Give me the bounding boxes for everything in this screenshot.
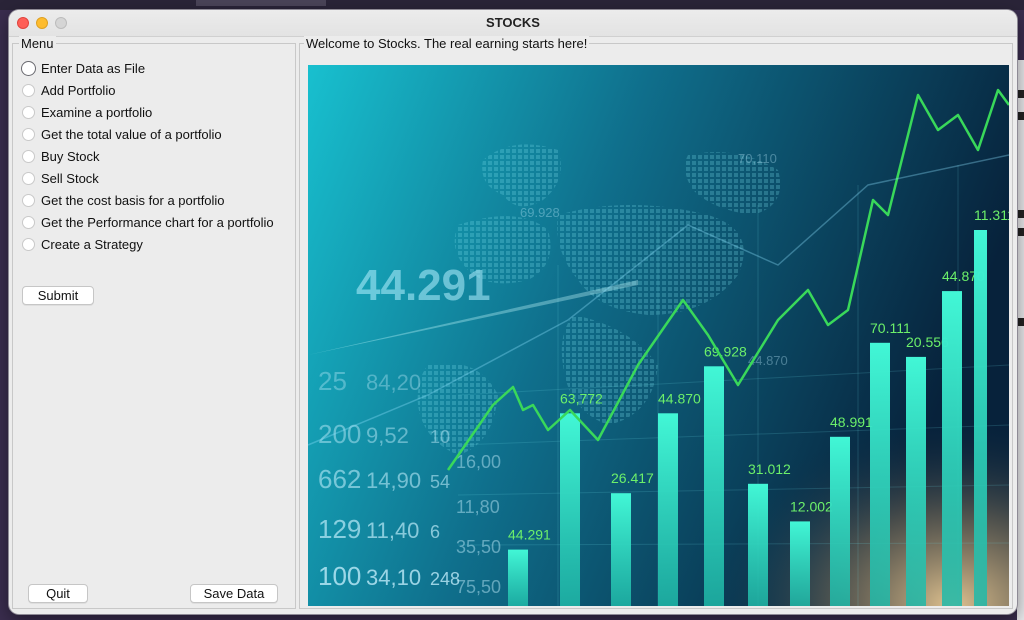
bar-value-label: 48.991	[830, 414, 873, 430]
stock-chart-illustration: 44.291 69.928 70,110 44.870 25 84,20200 9,52…	[308, 65, 1009, 606]
radio-sell-stock[interactable]: Sell Stock	[22, 167, 274, 189]
radio-total-value[interactable]: Get the total value of a portfolio	[22, 123, 274, 145]
bar-value-label: 12.002	[790, 498, 833, 514]
big-number-text: 44.291	[356, 261, 491, 310]
radio-circle-icon[interactable]	[22, 171, 35, 185]
radio-label: Sell Stock	[41, 170, 99, 186]
chart-bar	[942, 291, 962, 606]
content-panel: Welcome to Stocks. The real earning star…	[299, 36, 1013, 609]
radio-cost-basis[interactable]: Get the cost basis for a portfolio	[22, 189, 274, 211]
radio-label: Get the cost basis for a portfolio	[41, 192, 225, 208]
radio-circle-icon[interactable]	[21, 60, 36, 76]
radio-circle-icon[interactable]	[22, 83, 35, 97]
ticker-number: 6	[430, 522, 440, 542]
bar-value-label: 26.417	[611, 470, 654, 486]
radio-circle-icon[interactable]	[22, 105, 35, 119]
radio-label: Enter Data as File	[41, 60, 146, 76]
menu-radio-list: Enter Data as File Add Portfolio Examine…	[21, 57, 274, 255]
radio-circle-icon[interactable]	[22, 215, 35, 229]
menu-panel: Menu Enter Data as File Add Portfolio Ex…	[12, 36, 296, 609]
menu-legend: Menu	[19, 36, 56, 51]
radio-examine-portfolio[interactable]: Examine a portfolio	[22, 101, 274, 123]
quit-button[interactable]: Quit	[28, 584, 88, 603]
radio-label: Get the Performance chart for a portfoli…	[41, 214, 274, 230]
bar-value-label: 44.291	[508, 527, 551, 543]
chart-bar	[974, 230, 987, 606]
ticker-number: 100	[318, 561, 361, 591]
ticker-number: 9,52	[366, 423, 409, 448]
radio-enter-data-as-file[interactable]: Enter Data as File	[21, 57, 274, 79]
chart-bar	[790, 521, 810, 606]
chart-bar	[508, 549, 528, 606]
ticker-number: 129	[318, 514, 361, 544]
ticker-number: 75,50	[456, 577, 501, 597]
ghost-number: 70,110	[738, 151, 777, 166]
chart-bar	[830, 436, 850, 606]
ticker-number: 200	[318, 419, 361, 449]
bar-value-label: 63,772	[560, 390, 603, 406]
ticker-number: 11,40	[366, 518, 419, 543]
desktop-top-strip	[0, 0, 1024, 10]
stocks-window: STOCKS Menu Enter Data as File Add Portf…	[9, 10, 1017, 614]
ticker-number: 54	[430, 472, 450, 492]
radio-label: Buy Stock	[41, 148, 100, 164]
chart-bar	[611, 493, 631, 606]
ticker-number: 662	[318, 464, 361, 494]
chart-bar	[704, 366, 724, 606]
window-title: STOCKS	[486, 15, 540, 30]
radio-circle-icon[interactable]	[22, 149, 35, 163]
bar-value-label: 69.928	[704, 343, 747, 359]
radio-add-portfolio[interactable]: Add Portfolio	[22, 79, 274, 101]
ticker-number: 34,10	[366, 565, 421, 590]
title-bar: STOCKS	[9, 10, 1017, 37]
radio-performance-chart[interactable]: Get the Performance chart for a portfoli…	[22, 211, 274, 233]
welcome-legend: Welcome to Stocks. The real earning star…	[304, 36, 590, 51]
ghost-number: 69.928	[520, 205, 560, 220]
radio-label: Examine a portfolio	[41, 104, 153, 120]
chart-bar	[658, 413, 678, 606]
submit-button[interactable]: Submit	[22, 286, 94, 305]
ticker-number: 10	[430, 427, 450, 447]
ticker-number: 11,80	[456, 497, 500, 517]
radio-create-strategy[interactable]: Create a Strategy	[22, 233, 274, 255]
ticker-number: 16,00	[456, 452, 501, 472]
bar-value-label: 31.012	[748, 461, 791, 477]
ticker-number: 84,20	[366, 370, 421, 395]
radio-label: Create a Strategy	[41, 236, 143, 252]
desktop-right-strip	[1017, 60, 1024, 620]
radio-label: Add Portfolio	[41, 82, 116, 98]
radio-buy-stock[interactable]: Buy Stock	[22, 145, 274, 167]
radio-circle-icon[interactable]	[22, 237, 35, 251]
chart-bar	[870, 342, 890, 606]
ticker-number: 14,90	[366, 468, 421, 493]
stock-hero-image: 44.291 69.928 70,110 44.870 25 84,20 200 9,52…	[308, 65, 1009, 606]
bar-value-label: 70.111	[870, 320, 911, 336]
chart-bar	[906, 356, 926, 606]
ticker-number: 25	[318, 366, 347, 396]
save-data-button[interactable]: Save Data	[190, 584, 278, 603]
chart-bar	[748, 483, 768, 606]
chart-bar	[560, 413, 580, 606]
radio-circle-icon[interactable]	[22, 127, 35, 141]
ticker-number: 35,50	[456, 537, 501, 557]
bar-value-label: 11.311	[974, 207, 1009, 223]
radio-label: Get the total value of a portfolio	[41, 126, 222, 142]
bar-value-label: 44.870	[658, 390, 701, 406]
radio-circle-icon[interactable]	[22, 193, 35, 207]
